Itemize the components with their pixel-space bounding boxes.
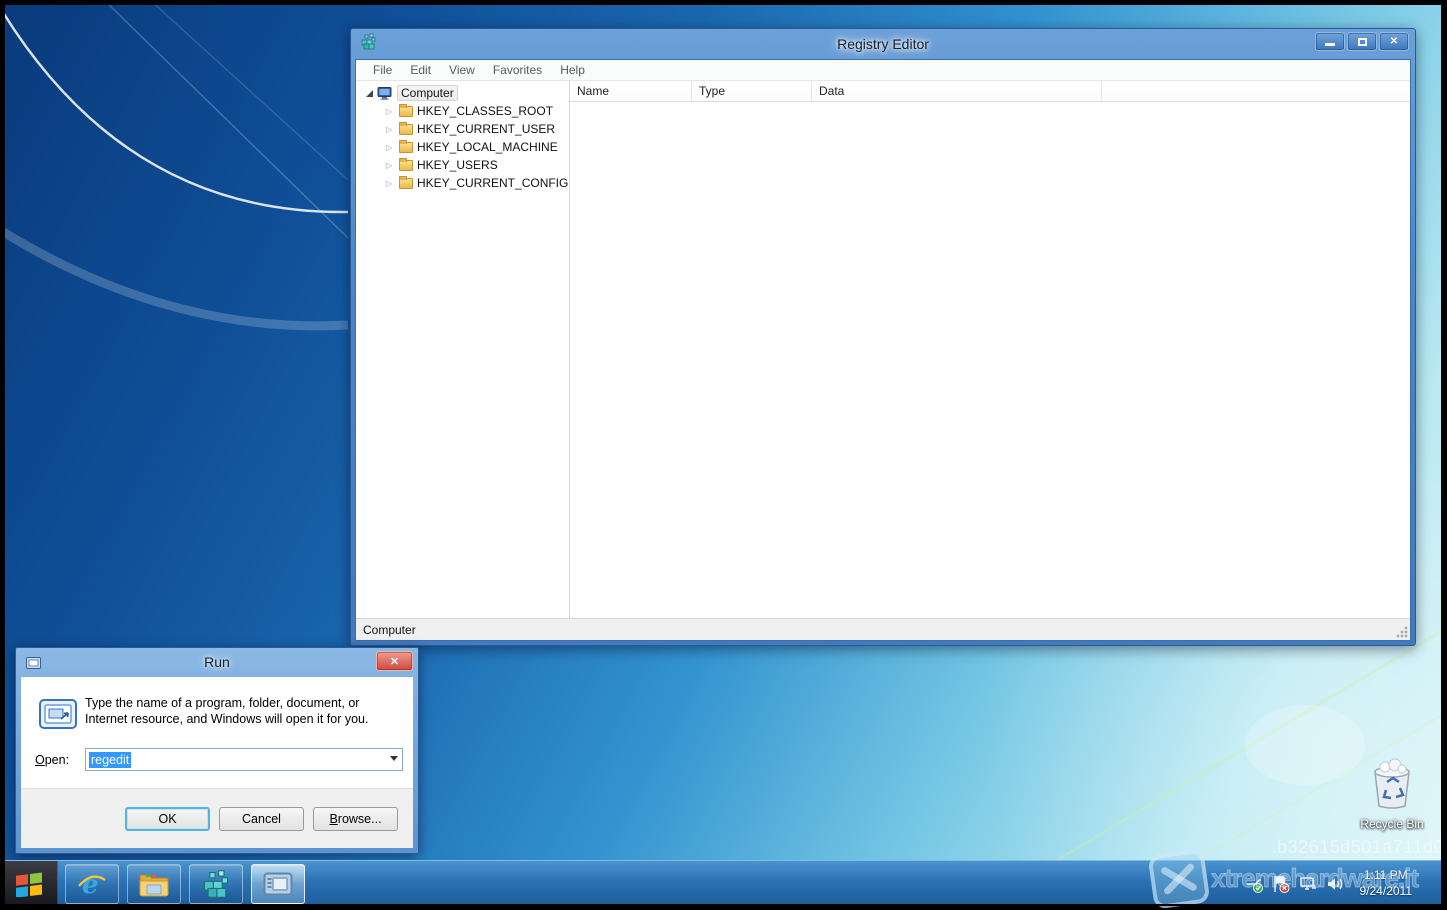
collapsed-arrow-icon[interactable]: ▷ [384, 179, 394, 188]
taskbar-registry-editor[interactable] [189, 864, 243, 904]
tree-node-label[interactable]: HKEY_CURRENT_USER [417, 122, 555, 136]
menu-edit[interactable]: Edit [401, 61, 440, 79]
tree-node-hkey-classes-root[interactable]: ▷ HKEY_CLASSES_ROOT [356, 102, 569, 120]
registry-tree-pane: Computer ▷ HKEY_CLASSES_ROOT ▷ HKEY_CURR… [356, 81, 570, 618]
collapsed-arrow-icon[interactable]: ▷ [384, 143, 394, 152]
status-bar: Computer [356, 618, 1410, 640]
menu-view[interactable]: View [440, 61, 484, 79]
menu-help[interactable]: Help [551, 61, 594, 79]
tree-node-label[interactable]: HKEY_CURRENT_CONFIG [417, 176, 568, 190]
recycle-bin-label: Recycle Bin [1352, 817, 1432, 831]
registry-editor-client-area: File Edit View Favorites Help [355, 59, 1411, 641]
computer-icon [377, 87, 393, 100]
run-dialog-footer: OK Cancel Browse... [21, 788, 413, 848]
run-dialog-body: Type the name of a program, folder, docu… [21, 677, 413, 848]
system-tray: 1:11 PM 9/24/2011 [1244, 861, 1447, 906]
clock-time: 1:11 PM [1360, 868, 1413, 884]
run-dialog: Run ✕ Type the name of a program, folder… [15, 647, 419, 854]
tree-node-hkey-current-user[interactable]: ▷ HKEY_CURRENT_USER [356, 120, 569, 138]
collapsed-arrow-icon[interactable]: ▷ [384, 161, 394, 170]
taskbar-buttons: e [58, 861, 305, 906]
desktop: .b32615d501a711d0 Recycle Bin [0, 0, 1447, 906]
menu-file[interactable]: File [364, 61, 401, 79]
column-header-data[interactable]: Data [812, 81, 1102, 101]
folder-icon [399, 160, 413, 171]
start-button[interactable] [0, 861, 58, 906]
open-combobox-value[interactable]: regedit [89, 752, 131, 768]
taskbar-internet-explorer[interactable]: e [65, 864, 119, 904]
collapsed-arrow-icon[interactable]: ▷ [384, 107, 394, 116]
cancel-button[interactable]: Cancel [219, 807, 304, 831]
ok-button[interactable]: OK [125, 807, 210, 831]
window-title: Registry Editor [351, 36, 1415, 52]
taskbar-run-dialog-active[interactable] [251, 864, 305, 904]
svg-text:e: e [82, 870, 99, 899]
network-status-icon[interactable] [1298, 874, 1318, 894]
run-dialog-title: Run [16, 654, 418, 670]
run-program-icon [39, 699, 77, 734]
regedit-cubes-icon [201, 869, 231, 899]
folder-icon [399, 142, 413, 153]
collapsed-arrow-icon[interactable]: ▷ [384, 125, 394, 134]
recycle-bin-shortcut[interactable]: Recycle Bin [1352, 758, 1432, 831]
volume-icon[interactable] [1325, 874, 1345, 894]
registry-values-pane: Name Type Data [570, 81, 1410, 618]
safely-remove-hardware-icon[interactable] [1244, 874, 1264, 894]
clock-date: 9/24/2011 [1360, 884, 1413, 900]
taskbar-clock[interactable]: 1:11 PM 9/24/2011 [1352, 868, 1421, 899]
tree-node-computer[interactable]: Computer [356, 84, 569, 102]
folder-icon [399, 124, 413, 135]
minimize-button[interactable] [1315, 32, 1345, 51]
combobox-dropdown-icon[interactable] [390, 756, 398, 761]
status-bar-text: Computer [363, 623, 416, 637]
column-header-name[interactable]: Name [570, 81, 692, 101]
tree-node-hkey-users[interactable]: ▷ HKEY_USERS [356, 156, 569, 174]
tree-node-hkey-local-machine[interactable]: ▷ HKEY_LOCAL_MACHINE [356, 138, 569, 156]
menu-favorites[interactable]: Favorites [484, 61, 551, 79]
values-list-empty-area[interactable] [570, 102, 1410, 618]
registry-editor-window: Registry Editor ✕ File Edit View Favorit… [350, 28, 1416, 646]
taskbar-file-explorer[interactable] [127, 864, 181, 904]
expanded-arrow-icon[interactable] [366, 90, 373, 97]
tree-node-label[interactable]: HKEY_USERS [417, 158, 498, 172]
run-close-button[interactable]: ✕ [376, 651, 413, 671]
browse-button[interactable]: Browse... [313, 807, 398, 831]
resize-grip[interactable] [1395, 625, 1408, 638]
tree-node-label[interactable]: Computer [397, 85, 458, 101]
menu-bar: File Edit View Favorites Help [356, 60, 1410, 81]
regedit-app-icon [360, 33, 377, 55]
open-combobox[interactable]: regedit [85, 748, 403, 771]
windows-flag-icon [14, 871, 44, 897]
action-center-flag-icon[interactable] [1271, 874, 1291, 894]
taskbar: e [0, 860, 1447, 906]
maximize-button[interactable] [1347, 32, 1377, 51]
column-header-filler [1102, 81, 1410, 101]
list-column-headers: Name Type Data [570, 81, 1410, 102]
folder-icon [399, 178, 413, 189]
folder-icon [138, 871, 170, 897]
build-watermark-text: .b32615d501a711d0 [1272, 837, 1444, 858]
open-label: Open: [35, 753, 69, 767]
internet-explorer-icon: e [77, 869, 107, 899]
column-header-type[interactable]: Type [692, 81, 812, 101]
folder-icon [399, 106, 413, 117]
tree-node-hkey-current-config[interactable]: ▷ HKEY_CURRENT_CONFIG [356, 174, 569, 192]
recycle-bin-icon [1367, 758, 1417, 810]
run-dialog-titlebar[interactable]: Run ✕ [16, 648, 418, 677]
tree-node-label[interactable]: HKEY_CLASSES_ROOT [417, 104, 553, 118]
tree-node-label[interactable]: HKEY_LOCAL_MACHINE [417, 140, 558, 154]
run-description-text: Type the name of a program, folder, docu… [85, 695, 400, 727]
registry-editor-titlebar[interactable]: Registry Editor ✕ [351, 29, 1415, 59]
run-window-icon [263, 872, 293, 896]
close-button[interactable]: ✕ [1379, 32, 1409, 51]
